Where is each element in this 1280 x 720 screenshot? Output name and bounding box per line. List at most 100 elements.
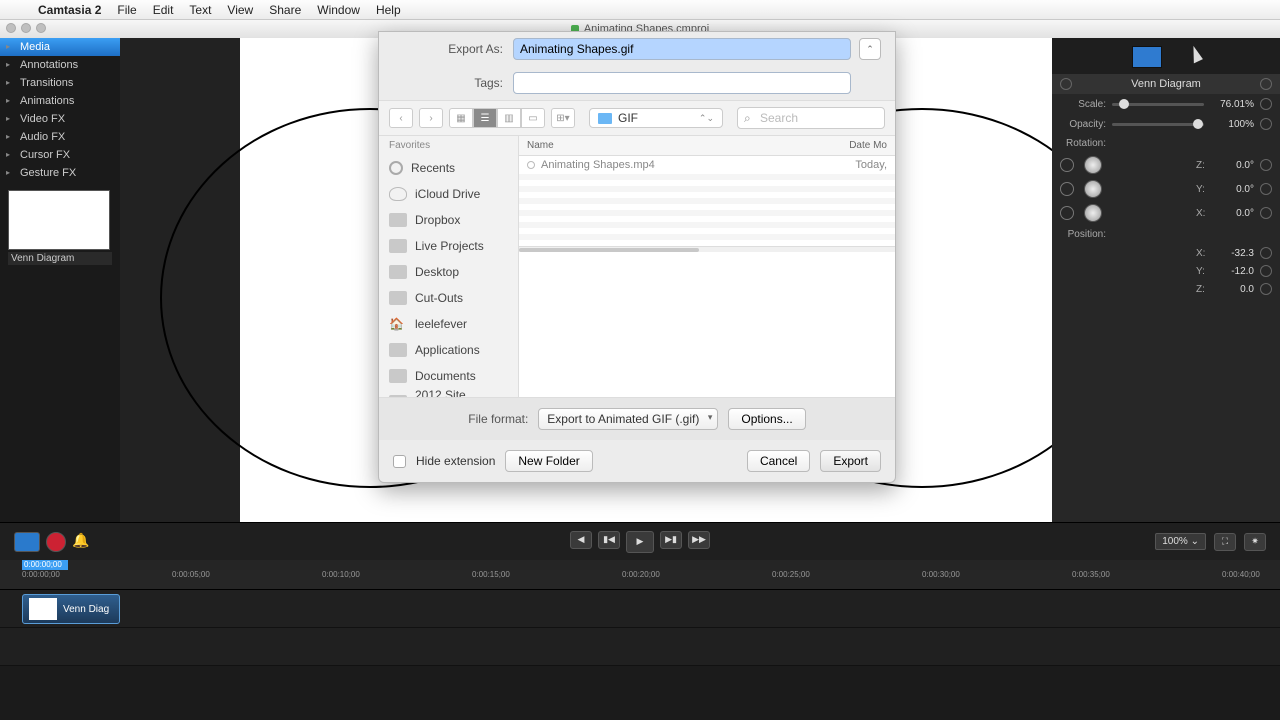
new-folder-button[interactable]: New Folder	[505, 450, 592, 472]
tab-transitions[interactable]: Transitions	[0, 74, 120, 92]
pos-z-label: Z:	[1196, 284, 1208, 295]
tab-audio-fx[interactable]: Audio FX	[0, 128, 120, 146]
traffic-lights[interactable]	[6, 23, 46, 33]
menu-text[interactable]: Text	[181, 3, 219, 17]
next-frame-button[interactable]: ▶▶	[688, 531, 710, 549]
scale-value[interactable]: 76.01%	[1210, 99, 1254, 110]
ruler-tick: 0:00:05;00	[172, 570, 210, 579]
opacity-value[interactable]: 100%	[1210, 119, 1254, 130]
opacity-reset-icon[interactable]	[1260, 118, 1272, 130]
rotation-x-value[interactable]: 0.0°	[1214, 208, 1254, 219]
menu-help[interactable]: Help	[368, 3, 409, 17]
export-as-input[interactable]	[513, 38, 851, 60]
fav-desktop[interactable]: Desktop	[379, 259, 518, 285]
disclosure-button[interactable]: ⌃	[859, 38, 881, 60]
playhead[interactable]: 0:00:00;00	[22, 560, 68, 570]
tab-animations[interactable]: Animations	[0, 92, 120, 110]
file-type-icon	[527, 161, 535, 169]
axis-z-label: Z:	[1196, 160, 1208, 171]
rot-z-reset-icon[interactable]	[1260, 159, 1272, 171]
rotate-z-knob[interactable]	[1084, 156, 1102, 174]
file-row[interactable]: Animating Shapes.mp4 Today,	[519, 156, 895, 174]
column-date[interactable]: Date Mo	[841, 136, 895, 155]
prev-frame-button[interactable]: ◀	[570, 531, 592, 549]
view-list-button[interactable]: ☰	[473, 108, 497, 128]
fav-home[interactable]: 🏠leelefever	[379, 311, 518, 337]
tags-input[interactable]	[513, 72, 851, 94]
scale-slider[interactable]	[1112, 103, 1204, 106]
rot-y-reset-icon[interactable]	[1260, 183, 1272, 195]
pos-y-reset-icon[interactable]	[1260, 265, 1272, 277]
folder-dropdown[interactable]: GIF ⌃⌄	[589, 108, 723, 128]
timeline-track[interactable]: Venn Diag	[0, 590, 1280, 628]
crop-button[interactable]: ⛶	[1214, 533, 1236, 551]
step-forward-button[interactable]: ▶▮	[660, 531, 682, 549]
menu-share[interactable]: Share	[261, 3, 309, 17]
rotate-x-knob[interactable]	[1084, 204, 1102, 222]
hide-extension-checkbox[interactable]	[393, 455, 406, 468]
nav-forward-button[interactable]: ›	[419, 108, 443, 128]
view-gallery-button[interactable]: ▭	[521, 108, 545, 128]
fav-documents[interactable]: Documents	[379, 363, 518, 389]
pos-x-reset-icon[interactable]	[1260, 247, 1272, 259]
tab-gesture-fx[interactable]: Gesture FX	[0, 164, 120, 182]
opacity-slider[interactable]	[1112, 123, 1204, 126]
fav-cutouts[interactable]: Cut-Outs	[379, 285, 518, 311]
notifications-icon[interactable]: 🔔	[72, 532, 98, 552]
export-button[interactable]: Export	[820, 450, 881, 472]
fav-site-updates[interactable]: 2012 Site Updates...	[379, 389, 518, 397]
app-name[interactable]: Camtasia 2	[30, 3, 109, 17]
rotate-y-icon[interactable]	[1060, 182, 1074, 196]
timeline-ruler[interactable]: 0:00:00;00 0:00:05;00 0:00:10;00 0:00:15…	[0, 570, 1280, 590]
rotate-y-knob[interactable]	[1084, 180, 1102, 198]
axis-x-label: X:	[1196, 208, 1208, 219]
pos-z-reset-icon[interactable]	[1260, 283, 1272, 295]
fav-dropbox[interactable]: Dropbox	[379, 207, 518, 233]
column-name[interactable]: Name	[519, 136, 841, 155]
media-bin: Venn Diagram	[8, 190, 112, 265]
position-x-value[interactable]: -32.3	[1214, 248, 1254, 259]
collapse-icon[interactable]	[1060, 78, 1072, 90]
rotation-z-value[interactable]: 0.0°	[1214, 160, 1254, 171]
view-icons-button[interactable]: ▦	[449, 108, 473, 128]
timeline-clip[interactable]: Venn Diag	[22, 594, 120, 624]
fav-live-projects[interactable]: Live Projects	[379, 233, 518, 259]
menu-window[interactable]: Window	[309, 3, 368, 17]
timeline-track-empty[interactable]	[0, 628, 1280, 666]
nav-back-button[interactable]: ‹	[389, 108, 413, 128]
group-button[interactable]: ⊞▾	[551, 108, 575, 128]
fav-recents[interactable]: Recents	[379, 155, 518, 181]
play-button[interactable]: ▶	[626, 531, 654, 553]
position-z-value[interactable]: 0.0	[1214, 284, 1254, 295]
tab-cursor-fx[interactable]: Cursor FX	[0, 146, 120, 164]
fav-icloud[interactable]: iCloud Drive	[379, 181, 518, 207]
tab-media[interactable]: Media	[0, 38, 120, 56]
mode-visual-icon[interactable]	[1132, 46, 1162, 68]
position-y-value[interactable]: -12.0	[1214, 266, 1254, 277]
horizontal-scrollbar[interactable]	[519, 246, 895, 252]
tab-annotations[interactable]: Annotations	[0, 56, 120, 74]
add-media-button[interactable]	[14, 532, 40, 552]
menu-file[interactable]: File	[109, 3, 144, 17]
gear-icon[interactable]	[1260, 78, 1272, 90]
step-back-button[interactable]: ▮◀	[598, 531, 620, 549]
rot-x-reset-icon[interactable]	[1260, 207, 1272, 219]
mode-cursor-icon[interactable]	[1187, 45, 1203, 64]
rotate-x-icon[interactable]	[1060, 206, 1074, 220]
options-button[interactable]: Options...	[728, 408, 805, 430]
tab-video-fx[interactable]: Video FX	[0, 110, 120, 128]
media-thumbnail[interactable]	[8, 190, 110, 250]
fav-applications[interactable]: Applications	[379, 337, 518, 363]
search-input[interactable]: Search	[737, 107, 885, 129]
scale-reset-icon[interactable]	[1260, 98, 1272, 110]
record-button[interactable]	[46, 532, 66, 552]
rotate-z-icon[interactable]	[1060, 158, 1074, 172]
file-format-select[interactable]: Export to Animated GIF (.gif)	[538, 408, 718, 430]
canvas-zoom-field[interactable]: 100% ⌄	[1155, 533, 1206, 550]
menu-edit[interactable]: Edit	[145, 3, 182, 17]
cancel-button[interactable]: Cancel	[747, 450, 810, 472]
menu-view[interactable]: View	[219, 3, 261, 17]
canvas-settings-button[interactable]: ✷	[1244, 533, 1266, 551]
view-columns-button[interactable]: ▥	[497, 108, 521, 128]
rotation-y-value[interactable]: 0.0°	[1214, 184, 1254, 195]
